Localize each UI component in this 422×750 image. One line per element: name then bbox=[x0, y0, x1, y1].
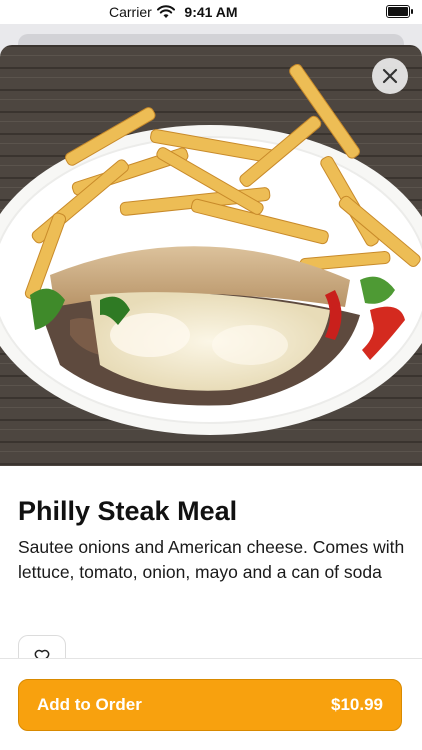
order-footer: Add to Order $10.99 bbox=[0, 658, 422, 750]
status-bar: Carrier 9:41 AM bbox=[0, 0, 422, 24]
item-detail-sheet: Philly Steak Meal Sautee onions and Amer… bbox=[0, 45, 422, 750]
battery-level bbox=[388, 7, 408, 16]
status-time: 9:41 AM bbox=[184, 4, 238, 20]
add-to-order-button[interactable]: Add to Order $10.99 bbox=[18, 679, 402, 731]
order-price: $10.99 bbox=[331, 695, 383, 714]
item-description: Sautee onions and American cheese. Comes… bbox=[18, 537, 405, 582]
close-button[interactable] bbox=[372, 58, 408, 94]
add-to-order-label: Add to Order bbox=[37, 695, 142, 714]
battery-icon bbox=[386, 5, 413, 18]
food-photo bbox=[0, 45, 422, 466]
close-icon bbox=[382, 68, 398, 84]
item-title: Philly Steak Meal bbox=[18, 496, 238, 526]
